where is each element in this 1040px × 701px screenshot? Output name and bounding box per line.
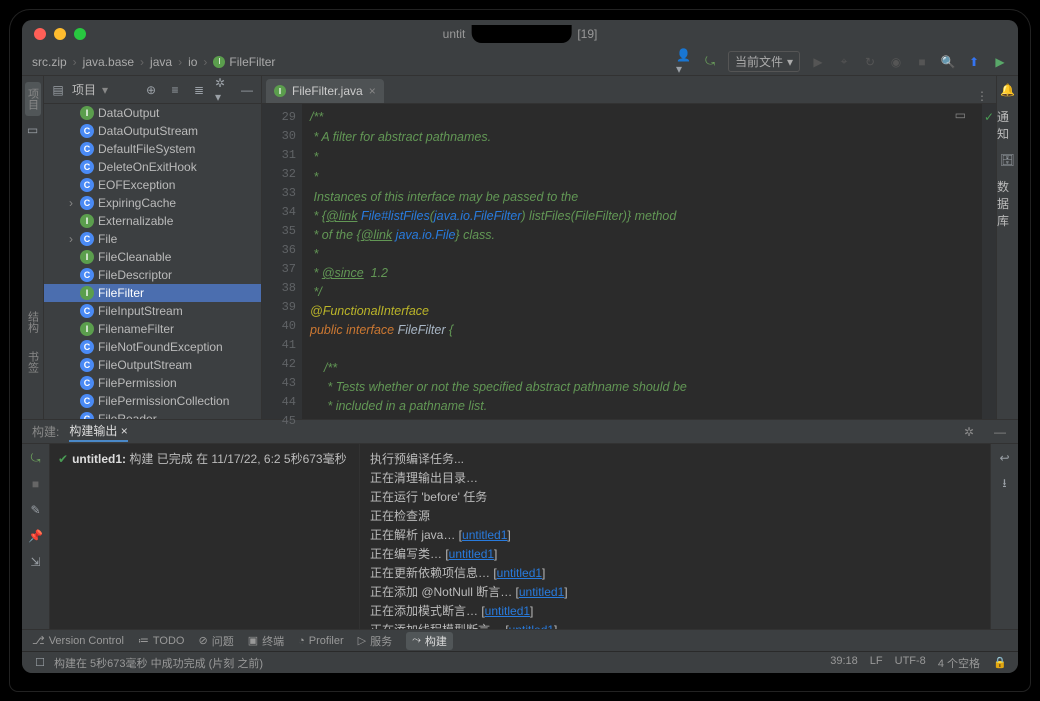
update-icon[interactable]: ⬆	[966, 54, 982, 70]
build-tree[interactable]: ✔untitled1: untitled1: 构建 已完成 在 11/17/22…	[50, 444, 360, 629]
right-tool-strip: 🔔 通知 🗄 数据库	[996, 76, 1018, 419]
tree-item[interactable]: CDefaultFileSystem	[44, 140, 261, 158]
todo-tool-button[interactable]: ≔ TODO	[138, 634, 185, 647]
folder-icon: ▤	[50, 82, 66, 98]
collapse-icon[interactable]: ≣	[191, 82, 207, 98]
left-tool-strip: 项目 ▭ 结构 书签	[22, 76, 44, 419]
stop-icon[interactable]: ■	[914, 54, 930, 70]
titlebar: untit [19]	[22, 20, 1018, 48]
ide-run-icon[interactable]: ▶	[992, 54, 1008, 70]
expand-all-icon[interactable]: ⇲	[28, 554, 44, 570]
tree-item[interactable]: IExternalizable	[44, 212, 261, 230]
tab-menu-icon[interactable]: ⋮	[976, 89, 988, 103]
close-tab-icon[interactable]: ×	[369, 84, 376, 98]
database-tool-button[interactable]: 数据库	[997, 178, 1018, 229]
file-tab[interactable]: IFileFilter.java×	[266, 79, 384, 103]
bookmarks-tool-button[interactable]: 书签	[25, 345, 41, 379]
tree-item[interactable]: CFileInputStream	[44, 302, 261, 320]
project-panel: ▤ 项目 ▾ ⊕ ≡ ≣ ✲ ▾ — IDataOutputCDataOutpu…	[44, 76, 262, 419]
minimize-window-button[interactable]	[54, 28, 66, 40]
project-tree[interactable]: IDataOutputCDataOutputStreamCDefaultFile…	[44, 104, 261, 419]
tree-item[interactable]: IDataOutput	[44, 104, 261, 122]
profiler-tool-button[interactable]: ◔ Profiler	[298, 635, 344, 647]
tree-item[interactable]: IFilenameFilter	[44, 320, 261, 338]
indent[interactable]: 4 个空格	[938, 655, 980, 671]
stop-icon[interactable]: ■	[28, 476, 44, 492]
terminal-tool-button[interactable]: ▣ 终端	[248, 633, 284, 649]
build-tool-button[interactable]: ⤳ 构建	[406, 632, 453, 650]
tree-item[interactable]: ›CFile	[44, 230, 261, 248]
vcs-tool-button[interactable]: ⎇ Version Control	[32, 634, 124, 647]
search-icon[interactable]: 🔍	[940, 54, 956, 70]
reader-mode-icon[interactable]: ▭	[955, 108, 966, 122]
line-separator[interactable]: LF	[870, 655, 883, 671]
panel-hide-icon[interactable]: —	[992, 424, 1008, 440]
build-output-tab[interactable]: 构建输出 ×	[69, 422, 127, 442]
build-output[interactable]: 执行预编译任务...正在清理输出目录…正在运行 'before' 任务正在检查源…	[360, 444, 990, 629]
notifications-icon[interactable]: 🔔	[1000, 82, 1016, 98]
user-icon[interactable]: 👤▾	[676, 54, 692, 70]
tree-item[interactable]: CEOFException	[44, 176, 261, 194]
coverage-icon[interactable]: ↻	[862, 54, 878, 70]
tree-item[interactable]: ›CExpiringCache	[44, 194, 261, 212]
status-bar: ☐ 构建在 5秒673毫秒 中成功完成 (片刻 之前) 39:18 LF UTF…	[22, 651, 1018, 673]
navigation-bar: src.zip› java.base› java› io› I FileFilt…	[22, 48, 1018, 76]
debug-icon[interactable]: ⌖	[836, 54, 852, 70]
tree-item[interactable]: CDataOutputStream	[44, 122, 261, 140]
project-tool-button[interactable]: 项目	[25, 82, 41, 116]
scroll-end-icon[interactable]: ⭳	[997, 476, 1013, 492]
run-config-selector[interactable]: 当前文件 ▾	[728, 51, 800, 72]
project-panel-title: 项目	[72, 81, 96, 98]
inspection-ok-icon[interactable]: ✓	[984, 110, 994, 124]
tree-item[interactable]: CFileNotFoundException	[44, 338, 261, 356]
structure-tool-button[interactable]: 结构	[25, 305, 41, 339]
soft-wrap-icon[interactable]: ↩	[997, 450, 1013, 466]
tree-item[interactable]: IFileFilter	[44, 284, 261, 302]
tree-item[interactable]: CFilePermissionCollection	[44, 392, 261, 410]
filter-icon[interactable]: ✎	[28, 502, 44, 518]
breadcrumbs[interactable]: src.zip› java.base› java› io› I FileFilt…	[32, 55, 275, 69]
folder-icon[interactable]: ▭	[25, 122, 41, 138]
lock-icon[interactable]: 🔒	[992, 655, 1008, 671]
problems-tool-button[interactable]: ⊘ 问题	[198, 633, 233, 649]
editor-right-gutter: ✓	[982, 104, 996, 419]
window-title: untit [19]	[443, 25, 598, 43]
tree-item[interactable]: CFileOutputStream	[44, 356, 261, 374]
code-editor[interactable]: /** * A filter for abstract pathnames. *…	[302, 104, 982, 419]
tree-item[interactable]: CFilePermission	[44, 374, 261, 392]
rerun-icon[interactable]: ⤿	[28, 450, 44, 466]
profile-icon[interactable]: ◉	[888, 54, 904, 70]
status-icon[interactable]: ☐	[32, 655, 48, 671]
tree-item[interactable]: CFileReader	[44, 410, 261, 419]
status-message: 构建在 5秒673毫秒 中成功完成 (片刻 之前)	[54, 655, 263, 671]
hide-icon[interactable]: —	[239, 82, 255, 98]
close-window-button[interactable]	[34, 28, 46, 40]
tree-item[interactable]: IFileCleanable	[44, 248, 261, 266]
build-panel: 构建: 构建输出 × ✲ — ⤿ ■ ✎ 📌 ⇲ ✔untitled1: unt…	[22, 419, 1018, 629]
hammer-build-icon[interactable]: ⤿	[702, 54, 718, 70]
settings-icon[interactable]: ✲ ▾	[215, 82, 231, 98]
maximize-window-button[interactable]	[74, 28, 86, 40]
locate-icon[interactable]: ⊕	[143, 82, 159, 98]
run-icon[interactable]: ▶	[810, 54, 826, 70]
line-numbers: 29 30 31 32 33 34 35 36 37 38 39 40 41 4…	[262, 104, 302, 419]
notifications-tool-button[interactable]: 通知	[997, 108, 1018, 142]
services-tool-button[interactable]: ▷ 服务	[358, 633, 392, 649]
database-icon[interactable]: 🗄	[1000, 152, 1016, 168]
pin-icon[interactable]: 📌	[28, 528, 44, 544]
build-tab-label: 构建:	[32, 423, 59, 440]
encoding[interactable]: UTF-8	[895, 655, 926, 671]
expand-icon[interactable]: ≡	[167, 82, 183, 98]
bottom-tool-strip: ⎇ Version Control ≔ TODO ⊘ 问题 ▣ 终端 ◔ Pro…	[22, 629, 1018, 651]
panel-settings-icon[interactable]: ✲	[964, 425, 974, 439]
caret-position[interactable]: 39:18	[830, 655, 858, 671]
tree-item[interactable]: CDeleteOnExitHook	[44, 158, 261, 176]
editor-tabs: IFileFilter.java× ⋮	[262, 76, 996, 104]
tree-item[interactable]: CFileDescriptor	[44, 266, 261, 284]
